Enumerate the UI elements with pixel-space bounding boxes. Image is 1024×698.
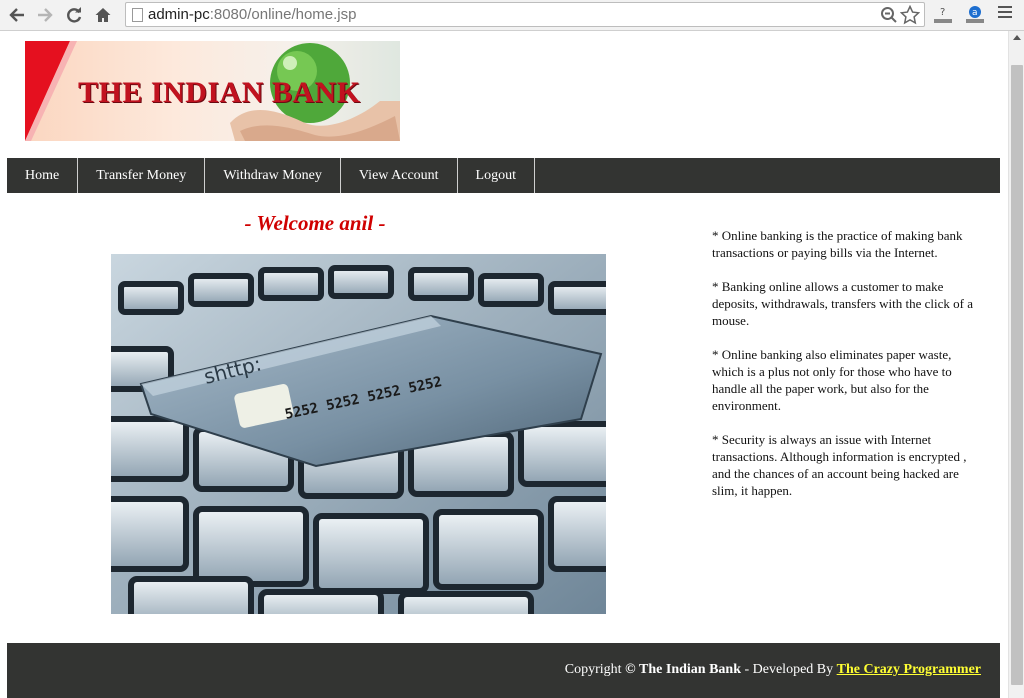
home-icon[interactable] bbox=[91, 3, 115, 27]
nav-home[interactable]: Home bbox=[7, 158, 79, 193]
main-nav: Home Transfer Money Withdraw Money View … bbox=[7, 158, 1000, 193]
page-icon bbox=[132, 8, 143, 22]
info-paragraph: * Security is always an issue with Inter… bbox=[712, 432, 967, 498]
footer: Copyright © The Indian Bank - Developed … bbox=[7, 643, 1000, 698]
star-icon[interactable] bbox=[900, 5, 920, 25]
card-keyboard-image: shttp: 5252 5252 5252 5252 bbox=[111, 254, 606, 614]
extension-icon[interactable]: ? bbox=[932, 4, 954, 26]
nav-transfer-money[interactable]: Transfer Money bbox=[78, 158, 206, 193]
welcome-heading: - Welcome anil - bbox=[244, 211, 386, 235]
menu-icon[interactable] bbox=[998, 6, 1012, 22]
forward-icon[interactable] bbox=[33, 3, 57, 27]
back-icon[interactable] bbox=[5, 3, 29, 27]
info-panel: * Online banking is the practice of maki… bbox=[712, 227, 974, 516]
info-paragraph: * Online banking is the practice of maki… bbox=[712, 228, 963, 260]
browser-toolbar: admin-pc:8080/online/home.jsp ? a bbox=[0, 0, 1024, 31]
info-paragraph: * Banking online allows a customer to ma… bbox=[712, 279, 974, 328]
developer-link[interactable]: The Crazy Programmer bbox=[837, 662, 981, 677]
nav-logout[interactable]: Logout bbox=[458, 158, 535, 193]
scroll-thumb[interactable] bbox=[1011, 65, 1023, 685]
url-text[interactable]: admin-pc:8080/online/home.jsp bbox=[148, 6, 356, 23]
copyright-label: Copyright bbox=[564, 662, 622, 677]
svg-text:a: a bbox=[972, 8, 978, 18]
extension-icon[interactable]: a bbox=[964, 4, 986, 26]
footer-text: Copyright © The Indian Bank - Developed … bbox=[565, 662, 981, 678]
footer-bank-name: The Indian Bank bbox=[639, 662, 741, 677]
svg-text:?: ? bbox=[940, 7, 945, 18]
footer-developed-by: - Developed By bbox=[740, 662, 837, 677]
nav-withdraw-money[interactable]: Withdraw Money bbox=[205, 158, 341, 193]
scroll-up-arrow[interactable] bbox=[1013, 35, 1021, 40]
nav-view-account[interactable]: View Account bbox=[341, 158, 458, 193]
zoom-icon[interactable] bbox=[880, 6, 898, 24]
scrollbar[interactable] bbox=[1008, 31, 1024, 698]
logo-text: THE INDIAN BANK bbox=[78, 76, 361, 109]
address-bar[interactable]: admin-pc:8080/online/home.jsp bbox=[125, 2, 925, 27]
info-paragraph: * Online banking also eliminates paper w… bbox=[712, 347, 952, 413]
reload-icon[interactable] bbox=[62, 3, 86, 27]
copyright-symbol: © bbox=[625, 662, 636, 677]
bank-logo: THE INDIAN BANK bbox=[25, 41, 400, 141]
